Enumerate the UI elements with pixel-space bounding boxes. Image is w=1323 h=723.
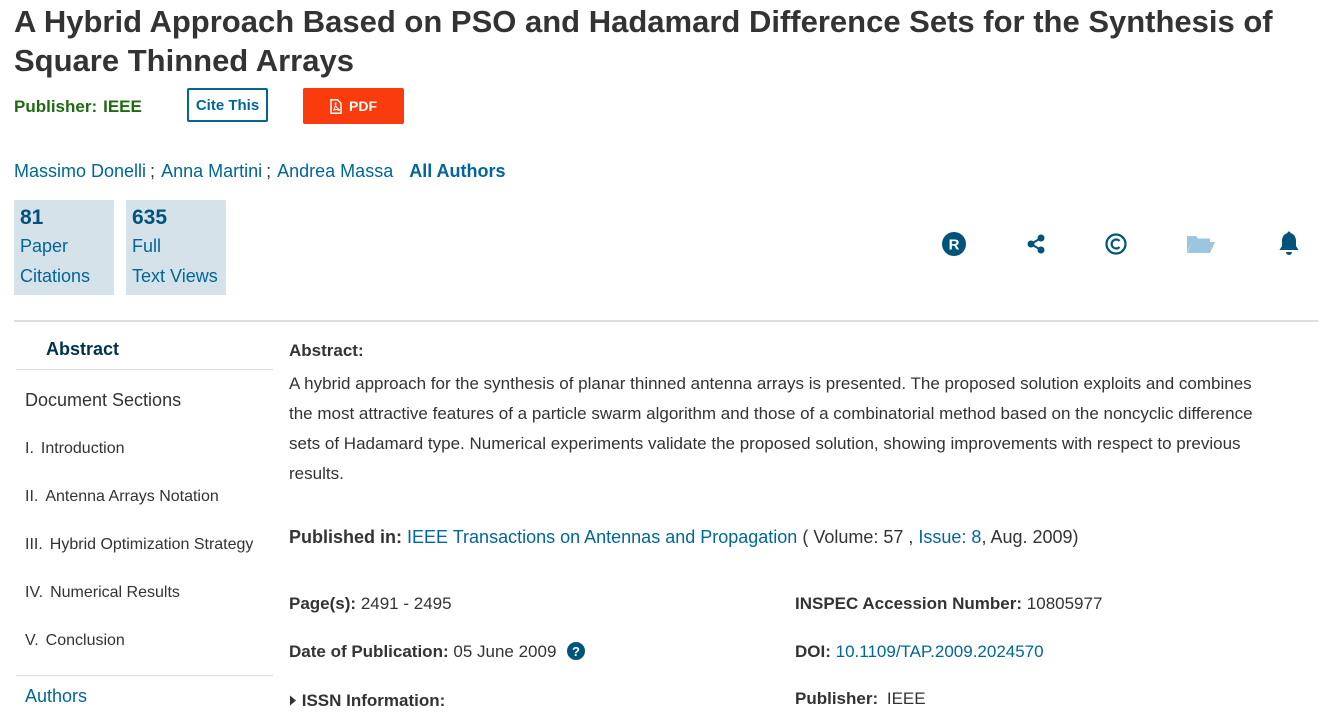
metric-label: Citations: [20, 266, 91, 286]
pdf-button-label: PDF: [349, 98, 377, 114]
svg-text:?: ?: [572, 644, 580, 659]
author-link[interactable]: Andrea Massa: [277, 161, 393, 181]
date-label: Date of Publication:: [289, 642, 449, 661]
pdf-icon: [330, 98, 342, 114]
section-label: Hybrid Optimization Strategy: [49, 536, 254, 553]
publisher-field-label: Publisher:: [795, 689, 879, 708]
rights-icon[interactable]: R: [939, 229, 969, 259]
date-value: 05 June 2009: [453, 642, 557, 661]
metric-value: 635: [132, 206, 168, 229]
caret-right-icon: [290, 695, 296, 706]
sidebar-item-numerical-results[interactable]: IV. Numerical Results: [25, 584, 180, 602]
author-link[interactable]: Anna Martini: [161, 161, 262, 181]
sidebar-item-abstract[interactable]: Abstract: [46, 339, 119, 360]
svg-text:R: R: [949, 237, 960, 254]
pages-label: Page(s):: [289, 594, 357, 613]
section-label: Introduction: [40, 440, 125, 457]
metric-label: Paper: [20, 236, 69, 256]
section-number: I.: [25, 440, 34, 457]
sidebar-item-conclusion[interactable]: V. Conclusion: [25, 632, 125, 650]
paper-citations-metric[interactable]: 81 Paper Citations: [14, 200, 114, 295]
abstract-text: A hybrid approach for the synthesis of p…: [289, 374, 1253, 483]
metric-label: Text Views: [132, 266, 218, 286]
sidebar-divider: [16, 675, 273, 676]
issue-link[interactable]: Issue: 8: [918, 527, 981, 547]
issn-information-toggle[interactable]: ISSN Information:: [289, 691, 445, 711]
folder-icon[interactable]: [1186, 229, 1216, 259]
publisher-label: Publisher:: [14, 97, 98, 116]
sidebar-heading-document-sections[interactable]: Document Sections: [25, 390, 181, 411]
publisher-field-value: IEEE: [886, 689, 926, 708]
issn-label: ISSN Information:: [301, 691, 446, 710]
inspec-label: INSPEC Accession Number:: [795, 594, 1023, 613]
metric-label: Full: [132, 236, 162, 256]
section-label: Antenna Arrays Notation: [45, 488, 219, 505]
page-title: A Hybrid Approach Based on PSO and Hadam…: [14, 4, 1273, 78]
section-number: III.: [25, 536, 43, 553]
published-in-label: Published in:: [289, 527, 403, 547]
date-of-publication-field: Date of Publication: 05 June 2009 ?: [289, 642, 586, 665]
doi-link[interactable]: 10.1109/TAP.2009.2024570: [836, 642, 1044, 661]
sidebar-divider: [16, 369, 273, 370]
section-label: Conclusion: [45, 632, 125, 649]
section-number: V.: [25, 632, 39, 649]
sidebar-item-introduction[interactable]: I. Introduction: [25, 440, 125, 458]
author-separator: ;: [150, 161, 156, 181]
date-suffix: , Aug. 2009): [981, 527, 1079, 547]
inspec-field: INSPEC Accession Number: 10805977: [795, 594, 1102, 614]
author-list: Massimo Donelli; Anna Martini; Andrea Mass…: [14, 161, 506, 182]
sidebar-item-authors[interactable]: Authors: [25, 686, 87, 707]
abstract-heading: Abstract:: [289, 341, 364, 360]
help-icon[interactable]: ?: [567, 642, 586, 665]
section-label: Numerical Results: [50, 584, 180, 601]
cite-this-button[interactable]: Cite This: [187, 88, 268, 122]
publisher-value: IEEE: [103, 97, 142, 116]
volume-text: ( Volume: 57 ,: [802, 527, 914, 547]
sidebar-item-antenna-arrays-notation[interactable]: II. Antenna Arrays Notation: [25, 488, 219, 506]
inspec-value: 10805977: [1026, 594, 1103, 613]
metric-value: 81: [20, 206, 44, 229]
doi-field: DOI: 10.1109/TAP.2009.2024570: [795, 642, 1044, 662]
pdf-button[interactable]: PDF: [303, 88, 404, 124]
copyright-icon[interactable]: [1101, 229, 1131, 259]
all-authors-link[interactable]: All Authors: [409, 161, 505, 181]
pages-value: 2491 - 2495: [360, 594, 452, 613]
header-divider: [14, 320, 1318, 322]
section-number: IV.: [25, 584, 44, 601]
share-icon[interactable]: [1021, 229, 1051, 259]
author-link[interactable]: Massimo Donelli: [14, 161, 146, 181]
bell-icon[interactable]: [1274, 229, 1304, 259]
section-number: II.: [25, 488, 39, 505]
journal-link[interactable]: IEEE Transactions on Antennas and Propag…: [407, 527, 797, 547]
full-text-views-metric[interactable]: 635 Full Text Views: [126, 200, 226, 295]
publisher: Publisher: IEEE: [14, 97, 142, 117]
publisher-field: Publisher: IEEE: [795, 689, 926, 709]
author-separator: ;: [266, 161, 272, 181]
pages-field: Page(s): 2491 - 2495: [289, 594, 452, 614]
published-in: Published in: IEEE Transactions on Anten…: [289, 527, 1079, 548]
doi-label: DOI:: [795, 642, 831, 661]
sidebar-item-hybrid-optimization-strategy[interactable]: III. Hybrid Optimization Strategy: [25, 536, 253, 554]
